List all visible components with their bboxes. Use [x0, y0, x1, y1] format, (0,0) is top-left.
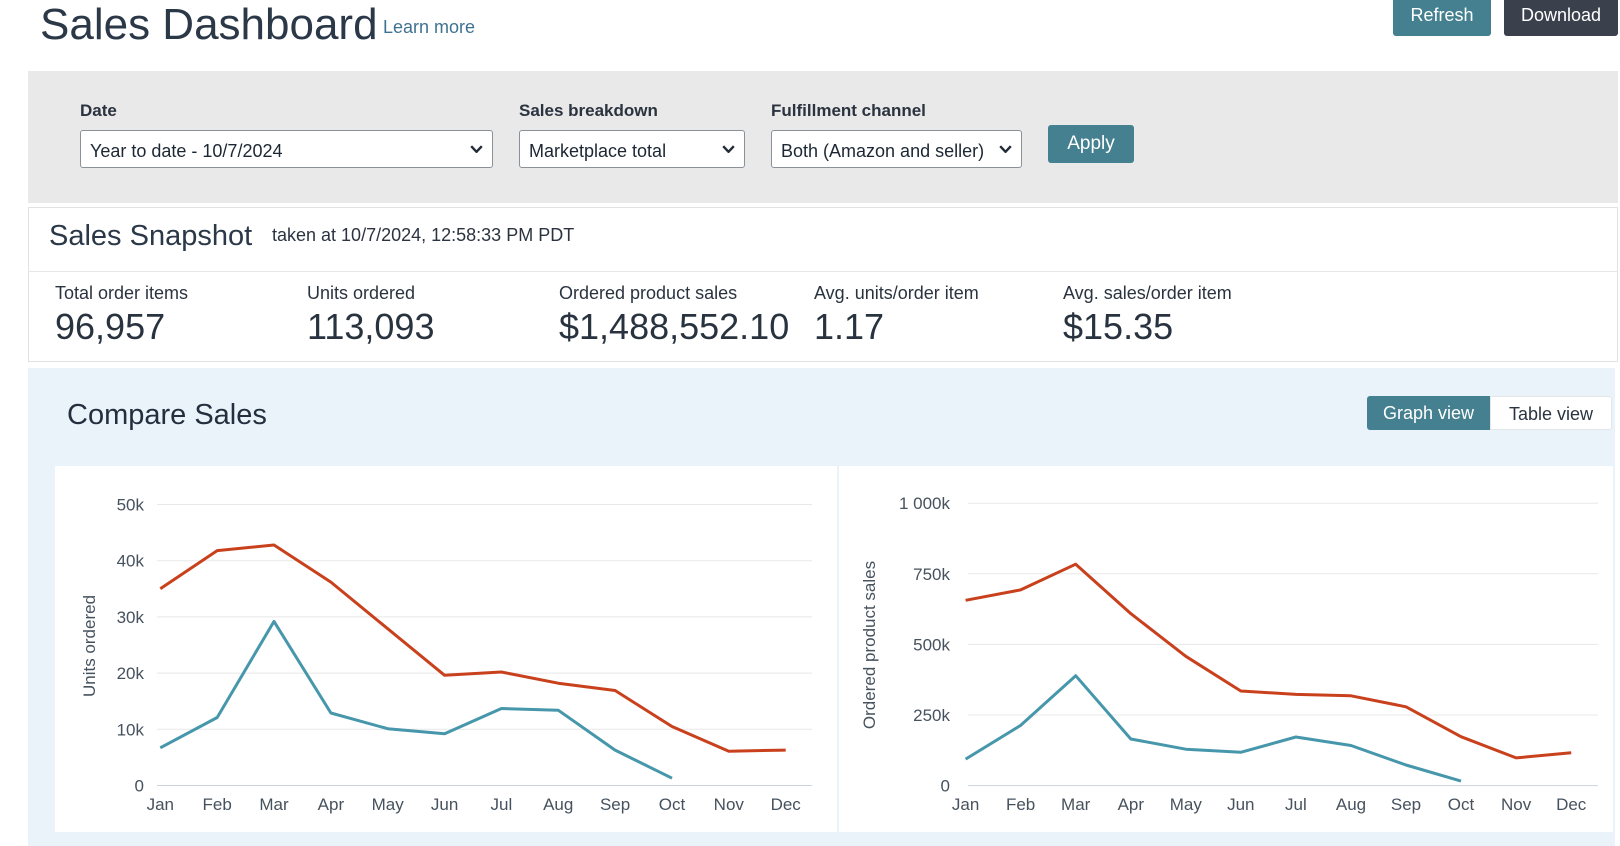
svg-text:Nov: Nov — [1501, 795, 1532, 814]
svg-text:500k: 500k — [913, 635, 950, 654]
svg-text:1 000k: 1 000k — [899, 494, 951, 513]
svg-text:Nov: Nov — [714, 795, 745, 814]
svg-text:Aug: Aug — [1336, 795, 1366, 814]
svg-text:Dec: Dec — [771, 795, 802, 814]
svg-text:Jun: Jun — [431, 795, 458, 814]
svg-text:Sep: Sep — [1391, 795, 1421, 814]
svg-text:Ordered product sales: Ordered product sales — [860, 561, 879, 729]
svg-text:May: May — [372, 795, 405, 814]
svg-text:Oct: Oct — [1448, 795, 1475, 814]
svg-text:40k: 40k — [117, 552, 145, 571]
svg-text:Jul: Jul — [1285, 795, 1307, 814]
svg-text:Jul: Jul — [491, 795, 513, 814]
svg-text:May: May — [1170, 795, 1203, 814]
svg-text:750k: 750k — [913, 565, 950, 584]
svg-text:Mar: Mar — [1061, 795, 1091, 814]
svg-text:0: 0 — [941, 777, 950, 796]
svg-text:Aug: Aug — [543, 795, 573, 814]
svg-text:10k: 10k — [117, 720, 145, 739]
svg-text:Jan: Jan — [147, 795, 174, 814]
svg-text:Apr: Apr — [1118, 795, 1145, 814]
svg-text:Oct: Oct — [659, 795, 686, 814]
svg-text:Jan: Jan — [952, 795, 979, 814]
svg-text:Dec: Dec — [1556, 795, 1587, 814]
svg-text:Units ordered: Units ordered — [80, 595, 99, 697]
svg-text:Mar: Mar — [259, 795, 289, 814]
svg-text:30k: 30k — [117, 608, 145, 627]
svg-text:Apr: Apr — [318, 795, 345, 814]
svg-text:Feb: Feb — [203, 795, 232, 814]
svg-text:20k: 20k — [117, 664, 145, 683]
svg-text:250k: 250k — [913, 706, 950, 725]
svg-text:Sep: Sep — [600, 795, 630, 814]
svg-text:50k: 50k — [117, 496, 145, 515]
svg-text:0: 0 — [135, 777, 144, 796]
svg-text:Feb: Feb — [1006, 795, 1035, 814]
svg-text:Jun: Jun — [1227, 795, 1254, 814]
